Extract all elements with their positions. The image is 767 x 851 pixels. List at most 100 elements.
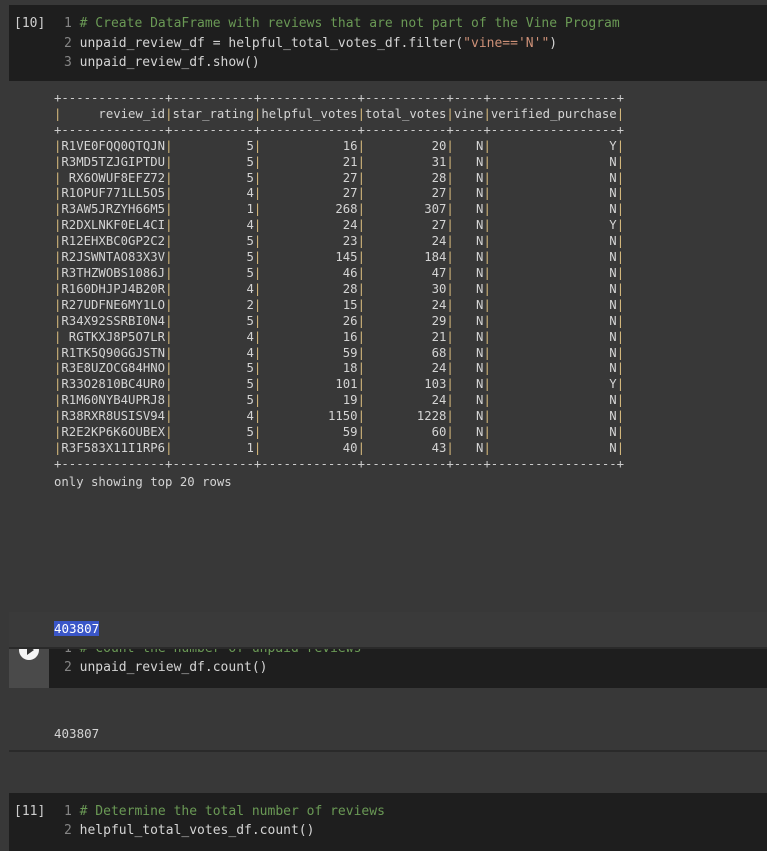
table-cell: 103 xyxy=(364,377,447,392)
table-cell: 5 xyxy=(172,138,254,153)
code-line-3[interactable]: 3 unpaid_review_df.show() xyxy=(64,54,260,72)
table-cell: N xyxy=(453,234,484,249)
table-cell: 26 xyxy=(261,313,358,328)
table-cell: R3F583X11I1RP6 xyxy=(61,440,166,455)
table-cell: N xyxy=(453,154,484,169)
table-cell: N xyxy=(490,202,617,217)
table-row: | RX6OWUF8EFZ72| 5| 27| 28| N| N| xyxy=(54,171,624,187)
table-cell: N xyxy=(490,409,617,424)
cell-separator: | xyxy=(446,186,454,201)
cell-separator: | xyxy=(446,170,454,185)
table-cell: RX6OWUF8EFZ72 xyxy=(61,170,166,185)
cell-separator: | xyxy=(616,440,625,455)
table-cell: 27 xyxy=(261,186,358,201)
cell-separator: | xyxy=(616,329,625,344)
code-cell-3[interactable]: [11] 1 # Determine the total number of r… xyxy=(9,793,767,851)
cell-separator: | xyxy=(446,281,454,296)
cell-separator: | xyxy=(483,393,491,408)
table-cell: 307 xyxy=(364,202,447,217)
table-cell: 5 xyxy=(172,313,254,328)
code-line-2[interactable]: 2 unpaid_review_df = helpful_total_votes… xyxy=(64,35,557,53)
table-cell: Y xyxy=(490,138,617,153)
cell-separator: | xyxy=(616,170,625,185)
code-line-2[interactable]: 2 unpaid_review_df.count() xyxy=(64,659,268,677)
table-cell: 184 xyxy=(364,250,447,265)
table-cell: 24 xyxy=(364,393,447,408)
table-cell: 268 xyxy=(261,202,358,217)
cell-separator: | xyxy=(357,265,365,280)
table-cell: N xyxy=(453,329,484,344)
table-cell: 5 xyxy=(172,250,254,265)
cell-separator: | xyxy=(357,281,365,296)
cell-separator: | xyxy=(616,393,625,408)
cell-separator: | xyxy=(483,154,491,169)
cell-separator: | xyxy=(616,425,625,440)
table-border: +--------------+-----------+------------… xyxy=(54,456,625,471)
cell-separator: | xyxy=(483,265,491,280)
table-cell: N xyxy=(490,186,617,201)
table-cell: R2DXLNKF0EL4CI xyxy=(61,218,166,233)
output-area-3: 403807 xyxy=(9,717,767,752)
cell-separator: | xyxy=(483,440,491,455)
cell-separator: | xyxy=(446,361,454,376)
cell-separator: | xyxy=(446,329,454,344)
line-number: 2 xyxy=(64,36,72,51)
table-cell: 2 xyxy=(172,297,254,312)
output-area-2: 403807 xyxy=(9,612,767,649)
table-cell: R34X92SSRBI0N4 xyxy=(61,313,166,328)
table-cell: 16 xyxy=(261,329,358,344)
table-cell: 15 xyxy=(261,297,358,312)
code-line-2[interactable]: 2 helpful_total_votes_df.count() xyxy=(64,822,314,840)
table-cell: N xyxy=(453,313,484,328)
code-line-1[interactable]: 1 # Create DataFrame with reviews that a… xyxy=(64,15,620,33)
table-cell: 1 xyxy=(172,202,254,217)
table-cell: 1150 xyxy=(261,409,358,424)
dataframe-output: +--------------+-----------+------------… xyxy=(54,91,624,491)
code-comment: # Create DataFrame with reviews that are… xyxy=(79,16,620,31)
code-text: unpaid_review_df.show() xyxy=(79,55,260,70)
table-cell: N xyxy=(453,393,484,408)
cell-separator: | xyxy=(483,186,491,201)
cell-separator: | xyxy=(483,250,491,265)
table-row: |R1VE0FQQ0QTQJN| 5| 16| 20| N| Y| xyxy=(54,139,624,155)
cell-separator: | xyxy=(446,393,454,408)
count-output: 403807 xyxy=(54,621,100,636)
line-number: 2 xyxy=(64,823,72,838)
cell-separator: | xyxy=(446,106,454,121)
table-cell: 1228 xyxy=(364,409,447,424)
table-cell: 5 xyxy=(172,234,254,249)
table-row: |R2E2KP6K6OUBEX| 5| 59| 60| N| N| xyxy=(54,425,624,441)
table-row: |R2DXLNKF0EL4CI| 4| 24| 27| N| Y| xyxy=(54,218,624,234)
cell-separator: | xyxy=(616,106,625,121)
table-cell: vine xyxy=(453,106,484,121)
code-line-1[interactable]: 1 # Determine the total number of review… xyxy=(64,803,385,821)
table-row: |R27UDFNE6MY1LO| 2| 15| 24| N| N| xyxy=(54,298,624,314)
cell-separator: | xyxy=(483,329,491,344)
table-cell: 31 xyxy=(364,154,447,169)
cell-separator: | xyxy=(357,218,365,233)
cell-separator: | xyxy=(616,234,625,249)
cell-separator: | xyxy=(446,313,454,328)
table-cell: 5 xyxy=(172,361,254,376)
cell-separator: | xyxy=(483,234,491,249)
cell-separator: | xyxy=(616,377,625,392)
table-cell: 5 xyxy=(172,154,254,169)
code-cell-1[interactable]: [10] 1 # Create DataFrame with reviews t… xyxy=(9,5,767,81)
cell-separator: | xyxy=(446,440,454,455)
table-cell: 30 xyxy=(364,281,447,296)
table-cell: R1OPUF771LL5O5 xyxy=(61,186,166,201)
table-row: |R33O2810BC4UR0| 5| 101| 103| N| Y| xyxy=(54,377,624,393)
table-cell: N xyxy=(490,393,617,408)
cell-separator: | xyxy=(446,409,454,424)
cell-separator: | xyxy=(357,329,365,344)
cell-separator: | xyxy=(446,265,454,280)
table-cell: 21 xyxy=(364,329,447,344)
cell-separator: | xyxy=(483,345,491,360)
cell-separator: | xyxy=(616,154,625,169)
table-cell: R1M60NYB4UPRJ8 xyxy=(61,393,166,408)
cell-separator: | xyxy=(446,250,454,265)
cell-separator: | xyxy=(483,170,491,185)
cell-separator: | xyxy=(357,138,365,153)
cell-separator: | xyxy=(483,361,491,376)
table-cell: 23 xyxy=(261,234,358,249)
